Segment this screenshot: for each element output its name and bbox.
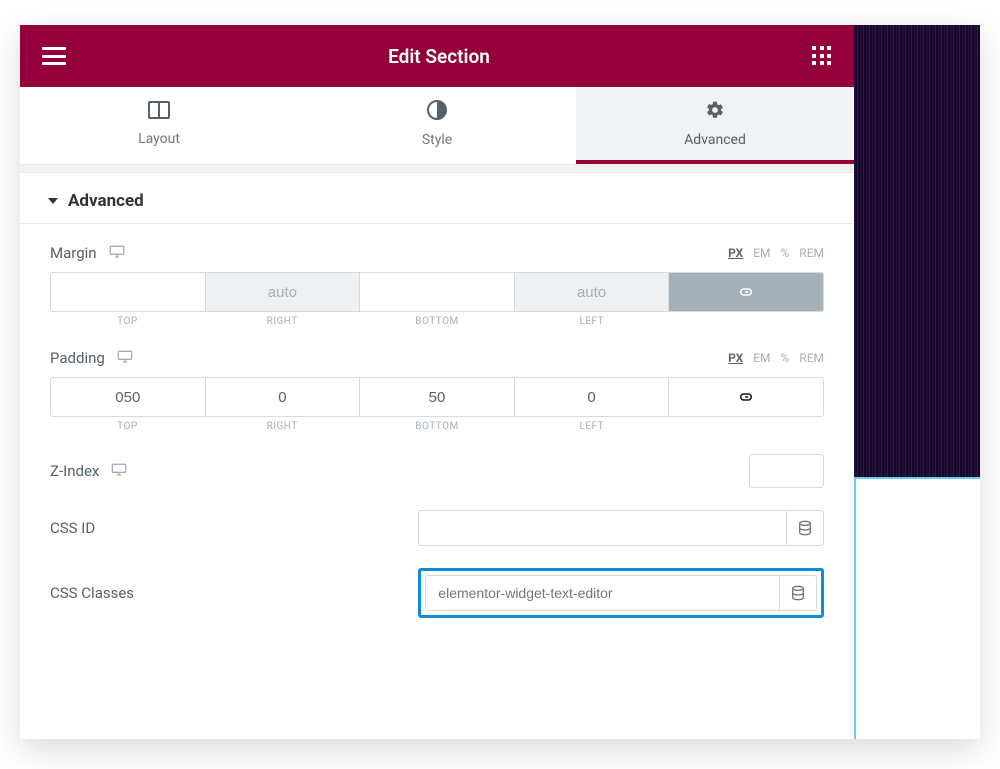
tab-advanced[interactable]: Advanced (576, 87, 854, 164)
unit-pct[interactable]: % (781, 351, 790, 365)
panel-title: Edit Section (388, 45, 490, 68)
layout-icon (148, 101, 170, 123)
sub-left: LEFT (514, 316, 669, 327)
cssclasses-label: CSS Classes (50, 584, 134, 602)
zindex-row: Z-Index (50, 454, 824, 488)
editor-panel: Edit Section Layout Style (20, 25, 854, 739)
preview-selected-element[interactable] (854, 477, 980, 739)
margin-top-input[interactable] (51, 273, 205, 311)
margin-label: Margin (50, 244, 97, 262)
tab-label: Layout (138, 131, 180, 147)
cssid-input[interactable] (418, 510, 786, 546)
margin-right-input[interactable] (206, 273, 360, 311)
sub-bottom: BOTTOM (360, 421, 515, 432)
tab-layout[interactable]: Layout (20, 87, 298, 164)
unit-px[interactable]: PX (728, 351, 743, 365)
margin-bottom-input[interactable] (360, 273, 514, 311)
unit-rem[interactable]: REM (799, 246, 824, 260)
menu-icon[interactable] (42, 47, 66, 65)
preview-canvas (854, 25, 980, 739)
sub-right: RIGHT (205, 421, 360, 432)
panel-header: Edit Section (20, 25, 854, 87)
cssid-row: CSS ID (50, 510, 824, 546)
section-title: Advanced (68, 191, 144, 211)
unit-pct[interactable]: % (781, 246, 790, 260)
dynamic-tags-button[interactable] (786, 510, 824, 546)
unit-px[interactable]: PX (728, 246, 743, 260)
padding-bottom-input[interactable] (360, 378, 514, 416)
padding-right-input[interactable] (206, 378, 360, 416)
margin-left-input[interactable] (515, 273, 669, 311)
zindex-input[interactable] (749, 454, 824, 488)
padding-top-input[interactable] (51, 378, 205, 416)
database-icon (797, 520, 813, 536)
cssclasses-row: CSS Classes (50, 568, 824, 618)
database-icon (790, 585, 806, 601)
sub-bottom: BOTTOM (360, 316, 515, 327)
dynamic-tags-button[interactable] (779, 575, 817, 611)
padding-link-toggle[interactable] (669, 378, 823, 416)
desktop-icon[interactable] (109, 244, 125, 262)
desktop-icon[interactable] (117, 349, 133, 367)
sub-right: RIGHT (205, 316, 360, 327)
cssclasses-input[interactable] (425, 575, 779, 611)
margin-control: Margin PX EM % REM (50, 244, 824, 327)
unit-em[interactable]: EM (753, 246, 770, 260)
cssclasses-highlight (418, 568, 824, 618)
tab-label: Style (422, 132, 452, 148)
tab-style[interactable]: Style (298, 87, 576, 164)
section-content: Margin PX EM % REM (20, 224, 854, 739)
apps-icon[interactable] (812, 46, 832, 66)
panel-subbar (20, 165, 854, 173)
desktop-icon[interactable] (111, 462, 127, 480)
unit-rem[interactable]: REM (799, 351, 824, 365)
tab-label: Advanced (684, 132, 746, 148)
sub-top: TOP (50, 316, 205, 327)
style-icon (427, 100, 447, 124)
caret-down-icon (48, 198, 58, 204)
cssid-label: CSS ID (50, 519, 95, 537)
padding-label: Padding (50, 349, 105, 367)
padding-left-input[interactable] (515, 378, 669, 416)
gear-icon (705, 100, 725, 124)
sub-left: LEFT (514, 421, 669, 432)
unit-em[interactable]: EM (753, 351, 770, 365)
sub-top: TOP (50, 421, 205, 432)
margin-link-toggle[interactable] (669, 273, 823, 311)
section-toggle-advanced[interactable]: Advanced (20, 173, 854, 224)
padding-control: Padding PX EM % REM (50, 349, 824, 432)
tab-bar: Layout Style Advanced (20, 87, 854, 165)
zindex-label: Z-Index (50, 462, 99, 480)
